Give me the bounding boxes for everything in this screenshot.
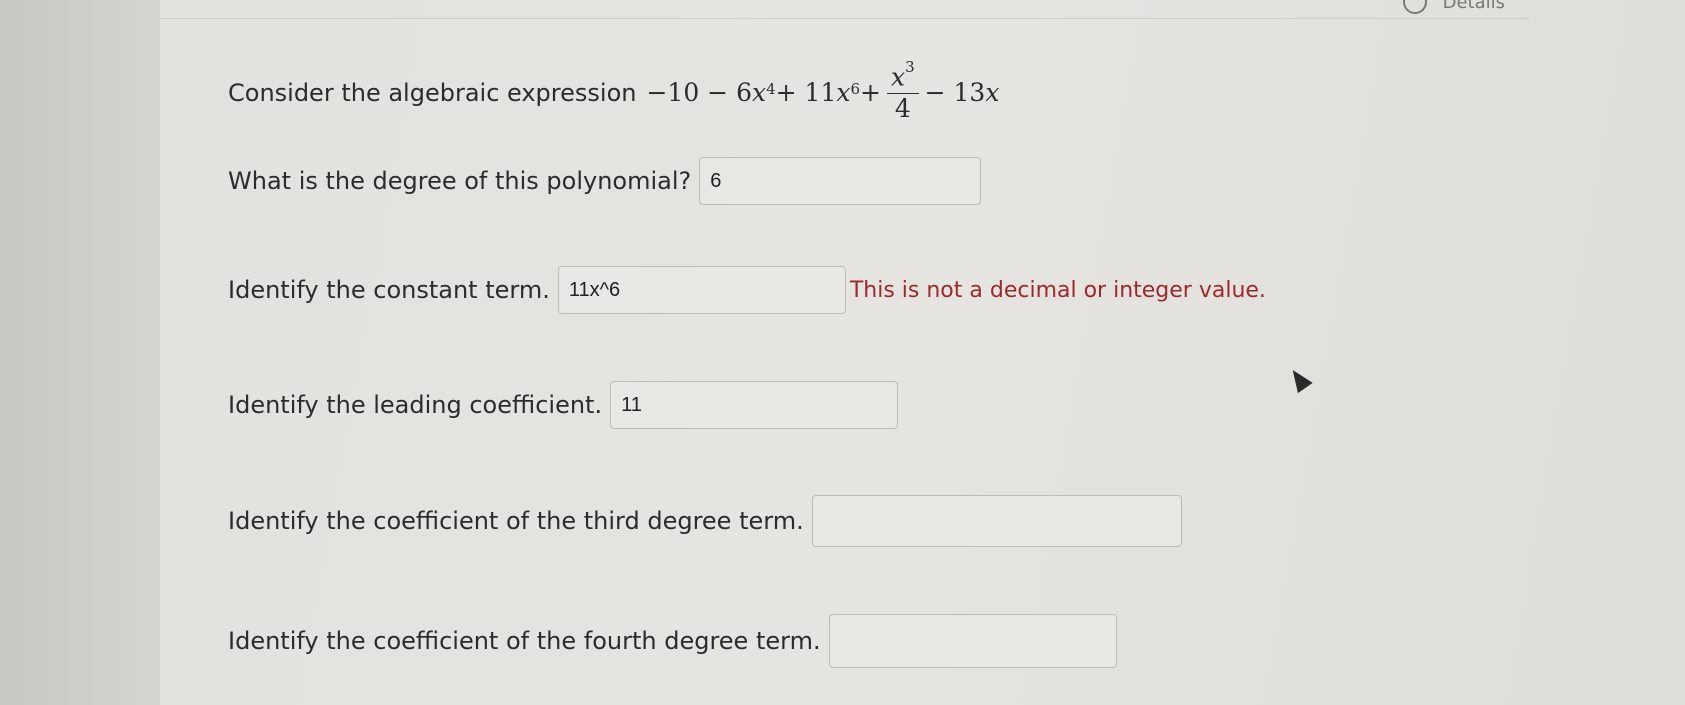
top-divider — [160, 18, 1530, 19]
question-intro-row: Consider the algebraic expression −10 − … — [228, 59, 1000, 123]
details-link[interactable]: Details — [1443, 0, 1505, 13]
expr-var: x — [890, 62, 906, 92]
prompt-degree: What is the degree of this polynomial? — [228, 167, 692, 195]
prompt-leading-coefficient: Identify the leading coefficient. — [228, 391, 603, 419]
question-row-constant: Identify the constant term. 11x^6 This i… — [228, 266, 1266, 314]
expr-part: + — [860, 78, 881, 108]
polynomial-expression: −10 − 6x4 + 11 x 6 + x3 4 − 13 x — [646, 59, 1000, 123]
expr-var: x — [751, 78, 767, 108]
question-row-leading: Identify the leading coefficient. 11 — [228, 381, 899, 429]
answer-input-constant[interactable]: 11x^6 — [557, 266, 846, 314]
question-row-fourth-degree: Identify the coefficient of the fourth d… — [228, 614, 1117, 668]
expr-part: −10 − 6 — [646, 78, 752, 108]
prompt-fourth-degree: Identify the coefficient of the fourth d… — [228, 627, 821, 655]
expr-var: x — [985, 78, 1000, 108]
question-row-degree: What is the degree of this polynomial? 6 — [228, 157, 982, 205]
fraction-numerator: x3 — [886, 59, 919, 94]
prompt-third-degree: Identify the coefficient of the third de… — [228, 507, 804, 535]
question-toolbar: Details — [1402, 0, 1505, 14]
answer-input-degree[interactable]: 6 — [699, 157, 982, 205]
expr-var: x — [836, 78, 851, 108]
question-intro: Consider the algebraic expression — [228, 78, 637, 107]
expr-part: − 13 — [924, 78, 986, 108]
prompt-constant: Identify the constant term. — [228, 276, 550, 304]
details-icon[interactable] — [1402, 0, 1427, 14]
expr-exp: 3 — [905, 58, 915, 76]
expr-fraction: x3 4 — [886, 59, 919, 123]
fraction-denominator: 4 — [894, 93, 911, 123]
validation-error: This is not a decimal or integer value. — [849, 277, 1266, 303]
expr-exp: 6 — [850, 79, 861, 98]
expr-exp: 4 — [766, 79, 776, 98]
question-row-third-degree: Identify the coefficient of the third de… — [228, 495, 1182, 547]
answer-input-fourth-degree[interactable] — [828, 614, 1117, 668]
answer-input-leading-coefficient[interactable]: 11 — [610, 381, 899, 429]
answer-input-third-degree[interactable] — [811, 495, 1182, 547]
left-margin-strip — [0, 0, 161, 705]
expr-part: + 11 — [775, 78, 837, 108]
